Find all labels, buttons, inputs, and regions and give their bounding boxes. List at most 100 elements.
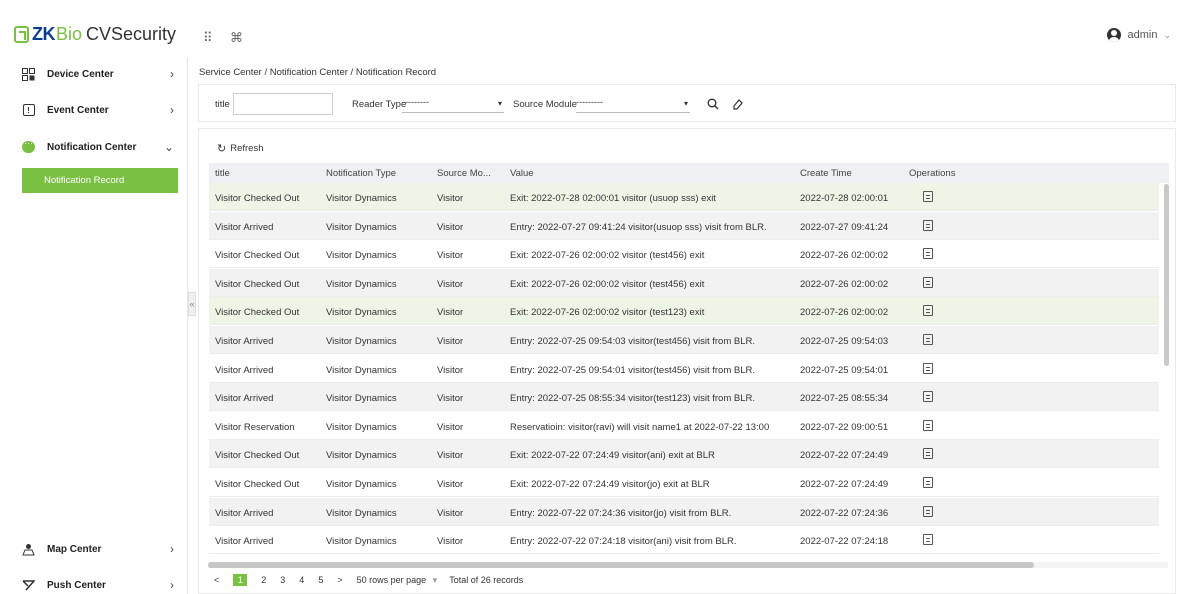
table-row[interactable]: Visitor Arrived Visitor Dynamics Visitor En… [209,497,1159,526]
page-2-button[interactable]: 2 [261,575,266,585]
cell-title: Visitor Reservation [215,421,295,433]
view-detail-icon[interactable] [923,505,933,517]
refresh-button[interactable]: ↻ Refresh [217,142,263,155]
sidebar-item-device-center[interactable]: Device Center › [0,56,188,92]
cell-source: Visitor [437,421,464,433]
column-header-source-module[interactable]: Source Mo... [437,168,491,179]
cell-value: Exit: 2022-07-26 02:00:02 visitor (test1… [510,307,705,319]
horizontal-scrollbar[interactable] [208,562,1034,568]
reader-type-select[interactable]: --------- ▾ [402,97,504,113]
grid-icon[interactable]: ⠿ [203,30,213,46]
source-module-select[interactable]: --------- ▾ [576,97,690,113]
cell-source: Visitor [437,250,464,262]
view-detail-icon[interactable] [923,419,933,431]
table-row[interactable]: Visitor Arrived Visitor Dynamics Visitor En… [209,383,1159,412]
next-page-button[interactable]: > [337,575,342,585]
caret-down-icon: ▾ [432,574,438,585]
view-detail-icon[interactable] [923,534,933,546]
view-detail-icon[interactable] [923,219,933,231]
clear-button[interactable] [729,95,747,113]
view-detail-icon[interactable] [923,391,933,403]
view-detail-icon[interactable] [923,334,933,345]
title-filter-input[interactable] [233,93,333,115]
column-header-title[interactable]: title [215,168,230,179]
cell-time: 2022-07-22 07:24:49 [800,450,889,462]
table-row[interactable]: Visitor Checked Out Visitor Dynamics Visit… [209,469,1159,497]
cell-title: Visitor Arrived [215,364,274,376]
cell-title: Visitor Arrived [215,536,274,548]
chevron-right-icon: › [170,542,174,556]
chat-icon [22,138,35,154]
cell-type: Visitor Dynamics [326,307,397,319]
prev-page-button[interactable]: < [214,575,219,585]
cell-value: Entry: 2022-07-27 09:41:24 visitor(usuop… [510,221,767,233]
page-1-button[interactable]: 1 [233,574,248,586]
sidebar-item-map-center[interactable]: Map Center › [0,531,188,567]
view-detail-icon[interactable] [923,305,933,317]
collapse-icon: « [189,299,195,309]
cell-title: Visitor Checked Out [215,450,300,462]
table-row[interactable]: Visitor Arrived Visitor Dynamics Visitor En… [209,326,1159,354]
cell-value: Entry: 2022-07-25 09:54:01 visitor(test4… [510,364,756,376]
cell-source: Visitor [437,193,464,204]
logo-product-text: CVSecurity [86,23,177,44]
view-detail-icon[interactable] [923,362,933,374]
cell-source: Visitor [437,336,464,347]
page-5-button[interactable]: 5 [318,575,323,585]
vertical-scrollbar[interactable] [1164,184,1169,366]
user-menu[interactable]: admin ⌄ [1107,28,1171,42]
table-row[interactable]: Visitor Checked Out Visitor Dynamics Visit… [209,268,1159,297]
eraser-icon [733,99,743,110]
cell-time: 2022-07-22 07:24:18 [800,536,889,548]
refresh-label: Refresh [230,143,264,154]
table-row[interactable]: Visitor Checked Out Visitor Dynamics Visit… [209,240,1159,269]
page-4-button[interactable]: 4 [299,575,304,585]
sidebar-subitem-label: Notification Record [44,175,125,186]
cell-source: Visitor [437,479,464,490]
sidebar-item-label: Event Center [47,104,109,116]
view-detail-icon[interactable] [923,191,933,202]
view-detail-icon[interactable] [923,248,933,260]
cell-source: Visitor [437,536,464,548]
table-row[interactable]: Visitor Arrived Visitor Dynamics Visitor En… [209,526,1159,555]
sidebar-item-push-center[interactable]: Push Center › [0,567,188,594]
table-row[interactable]: Visitor Arrived Visitor Dynamics Visitor En… [209,355,1159,383]
view-detail-icon[interactable] [923,448,933,460]
page-3-button[interactable]: 3 [280,575,285,585]
command-icon[interactable]: ⌘ [230,30,243,46]
cell-value: Exit: 2022-07-26 02:00:02 visitor (test4… [510,278,705,290]
view-detail-icon[interactable] [923,276,933,288]
cell-time: 2022-07-25 08:55:34 [800,393,889,405]
reader-type-value: --------- [402,97,429,107]
table-row[interactable]: Visitor Checked Out Visitor Dynamics Visit… [209,297,1159,326]
column-header-create-time[interactable]: Create Time [800,168,852,179]
cell-type: Visitor Dynamics [326,336,397,347]
table-row[interactable]: Visitor Checked Out Visitor Dynamics Visit… [209,440,1159,469]
push-icon [22,579,35,592]
cell-title: Visitor Checked Out [215,278,300,290]
view-detail-icon[interactable] [923,477,933,488]
cell-time: 2022-07-26 02:00:02 [800,278,889,290]
cell-source: Visitor [437,221,464,233]
column-header-notification-type[interactable]: Notification Type [326,168,396,179]
logo-zk-text: ZK [32,23,56,44]
table-row[interactable]: Visitor Checked Out Visitor Dynamics Visit… [209,183,1159,211]
sidebar-item-notification-center[interactable]: Notification Center ⌄ [0,129,188,165]
sidebar-item-label: Map Center [47,543,102,555]
sidebar-subitem-notification-record[interactable]: Notification Record [22,168,178,193]
table-row[interactable]: Visitor Reservation Visitor Dynamics Visit… [209,412,1159,440]
app-logo[interactable]: ZK Bio CVSecurity [14,22,176,46]
sidebar-item-label: Device Center [47,68,114,80]
rows-per-page-select[interactable]: 50 rows per page ▾ [357,575,438,586]
cell-type: Visitor Dynamics [326,450,397,462]
chevron-down-icon: ⌄ [1163,29,1171,40]
search-button[interactable] [704,95,722,113]
table-row[interactable]: Visitor Arrived Visitor Dynamics Visitor En… [209,211,1159,240]
sidebar-collapse-handle[interactable]: « [188,292,196,316]
column-header-value[interactable]: Value [510,168,534,179]
cell-type: Visitor Dynamics [326,364,397,376]
sidebar-item-event-center[interactable]: ! Event Center › [0,92,188,128]
cell-value: Entry: 2022-07-22 07:24:18 visitor(ani) … [510,536,737,548]
cell-value: Exit: 2022-07-22 07:24:49 visitor(ani) e… [510,450,715,462]
chevron-right-icon: › [170,103,174,117]
